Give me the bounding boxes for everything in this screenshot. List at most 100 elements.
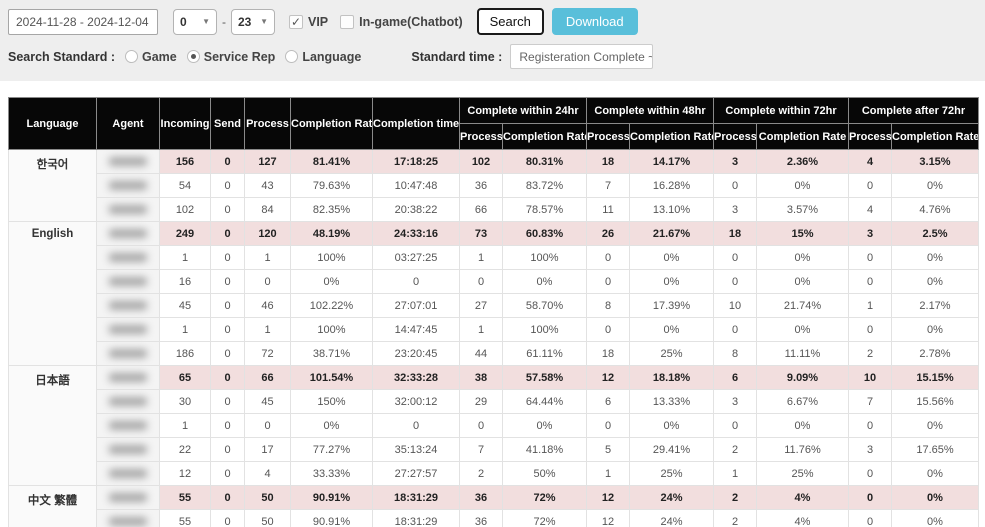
- agent-name-redacted: [109, 277, 147, 286]
- column-header-incoming: Incoming: [160, 98, 211, 150]
- cell-within48-process: 18: [587, 342, 630, 366]
- agent-cell: [97, 510, 160, 527]
- cell-within72-rate: 0%: [757, 246, 849, 270]
- cell-after72-rate: 0%: [892, 510, 979, 527]
- cell-completion-rate: 90.91%: [291, 486, 373, 510]
- hour-to-select[interactable]: 23 ▼: [231, 9, 275, 35]
- date-range-input[interactable]: [8, 9, 158, 35]
- radio-button-icon[interactable]: [125, 50, 138, 63]
- cell-after72-rate: 0%: [892, 414, 979, 438]
- cell-incoming: 16: [160, 270, 211, 294]
- table-row: 日本語65066101.54%32:33:283857.58%1218.18%6…: [9, 366, 979, 390]
- agent-cell: [97, 462, 160, 486]
- cell-within72-process: 8: [714, 342, 757, 366]
- cell-completion-rate: 102.22%: [291, 294, 373, 318]
- cell-within72-rate: 11.76%: [757, 438, 849, 462]
- cell-completion-time: 17:18:25: [373, 150, 460, 174]
- radio-label: Language: [302, 50, 361, 64]
- cell-within72-process: 2: [714, 486, 757, 510]
- agent-cell: [97, 150, 160, 174]
- cell-completion-time: 23:20:45: [373, 342, 460, 366]
- column-header-language: Language: [9, 98, 97, 150]
- agent-name-redacted: [109, 205, 147, 214]
- cell-within48-rate: 18.18%: [630, 366, 714, 390]
- cell-within48-rate: 24%: [630, 510, 714, 527]
- cell-within24-process: 73: [460, 222, 503, 246]
- ingame-checkbox-label: In-game(Chatbot): [359, 15, 462, 29]
- cell-within48-process: 0: [587, 318, 630, 342]
- cell-process: 120: [245, 222, 291, 246]
- column-subheader-complete-within-48hr-process: Process: [587, 124, 630, 150]
- cell-incoming: 55: [160, 510, 211, 527]
- cell-within72-process: 0: [714, 414, 757, 438]
- chevron-down-icon: ▼: [202, 17, 210, 26]
- filter-row-secondary: Search Standard : GameService RepLanguag…: [8, 44, 977, 69]
- radio-search-standard-service-rep[interactable]: Service Rep: [187, 50, 276, 64]
- cell-within48-process: 5: [587, 438, 630, 462]
- cell-within48-rate: 0%: [630, 318, 714, 342]
- radio-button-icon[interactable]: [187, 50, 200, 63]
- cell-completion-time: 32:33:28: [373, 366, 460, 390]
- cell-after72-process: 1: [849, 294, 892, 318]
- agent-cell: [97, 246, 160, 270]
- cell-completion-rate: 38.71%: [291, 342, 373, 366]
- cell-within24-rate: 72%: [503, 510, 587, 527]
- cell-send: 0: [211, 342, 245, 366]
- vip-checkbox[interactable]: ✓ VIP: [289, 15, 328, 29]
- check-icon: ✓: [291, 16, 301, 28]
- cell-within48-process: 7: [587, 174, 630, 198]
- cell-completion-time: 35:13:24: [373, 438, 460, 462]
- cell-after72-process: 0: [849, 246, 892, 270]
- cell-within48-process: 12: [587, 486, 630, 510]
- standard-time-select[interactable]: Registeration Complete ~ Cor: [510, 44, 653, 69]
- cell-within48-rate: 13.10%: [630, 198, 714, 222]
- cell-completion-rate: 100%: [291, 318, 373, 342]
- cell-process: 46: [245, 294, 291, 318]
- cell-incoming: 102: [160, 198, 211, 222]
- cell-within48-rate: 17.39%: [630, 294, 714, 318]
- cell-after72-rate: 0%: [892, 246, 979, 270]
- cell-within72-process: 1: [714, 462, 757, 486]
- download-button[interactable]: Download: [552, 8, 638, 35]
- agent-name-redacted: [109, 397, 147, 406]
- cell-send: 0: [211, 150, 245, 174]
- agent-cell: [97, 486, 160, 510]
- cell-after72-process: 0: [849, 318, 892, 342]
- cell-completion-rate: 90.91%: [291, 510, 373, 527]
- radio-search-standard-language[interactable]: Language: [285, 50, 361, 64]
- cell-after72-process: 0: [849, 174, 892, 198]
- search-button[interactable]: Search: [477, 8, 544, 35]
- cell-within24-rate: 83.72%: [503, 174, 587, 198]
- hour-from-select[interactable]: 0 ▼: [173, 9, 217, 35]
- cell-within24-rate: 0%: [503, 270, 587, 294]
- cell-within48-process: 8: [587, 294, 630, 318]
- agent-name-redacted: [109, 157, 147, 166]
- cell-incoming: 65: [160, 366, 211, 390]
- agent-name-redacted: [109, 373, 147, 382]
- cell-completion-rate: 48.19%: [291, 222, 373, 246]
- cell-completion-rate: 0%: [291, 414, 373, 438]
- cell-incoming: 249: [160, 222, 211, 246]
- radio-button-icon[interactable]: [285, 50, 298, 63]
- cell-after72-rate: 0%: [892, 486, 979, 510]
- ingame-checkbox-box[interactable]: ✓: [340, 15, 354, 29]
- radio-search-standard-game[interactable]: Game: [125, 50, 177, 64]
- agent-name-redacted: [109, 181, 147, 190]
- cell-within24-process: 36: [460, 510, 503, 527]
- cell-send: 0: [211, 366, 245, 390]
- ingame-chatbot-checkbox[interactable]: ✓ In-game(Chatbot): [340, 15, 462, 29]
- column-group-header-complete-within-72hr: Complete within 72hr: [714, 98, 849, 124]
- cell-completion-time: 27:27:57: [373, 462, 460, 486]
- vip-checkbox-box[interactable]: ✓: [289, 15, 303, 29]
- agent-cell: [97, 174, 160, 198]
- radio-label: Game: [142, 50, 177, 64]
- cell-send: 0: [211, 510, 245, 527]
- cell-after72-rate: 2.78%: [892, 342, 979, 366]
- cell-after72-rate: 17.65%: [892, 438, 979, 462]
- cell-send: 0: [211, 318, 245, 342]
- cell-within48-process: 6: [587, 390, 630, 414]
- cell-within24-process: 0: [460, 270, 503, 294]
- table-row: 5505090.91%18:31:293672%1224%24%00%: [9, 510, 979, 527]
- cell-process: 127: [245, 150, 291, 174]
- standard-time-label: Standard time :: [411, 50, 502, 64]
